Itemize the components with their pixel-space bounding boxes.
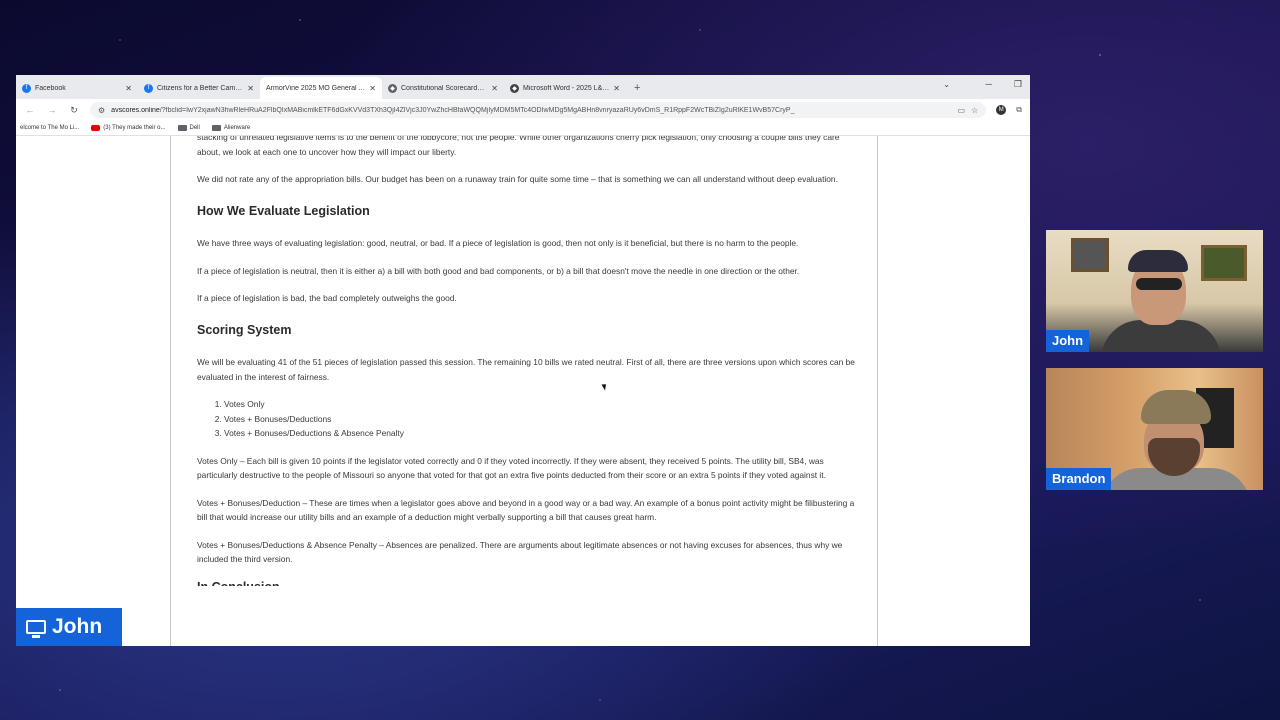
- url-domain: avscores.online: [111, 106, 160, 114]
- participant-video: [1136, 278, 1182, 290]
- paragraph-appropriation: We did not rate any of the appropriation…: [197, 174, 838, 184]
- paragraph-neutral: If a piece of legislation is neutral, th…: [197, 265, 800, 276]
- paragraph-absence: Votes + Bonuses/Deductions & Absence Pen…: [197, 539, 843, 565]
- tab-label: ArmorVine 2025 MO General Asser: [266, 84, 366, 92]
- bookmark-item[interactable]: elcome to The Mo Li...: [20, 125, 79, 131]
- site-info-icon[interactable]: ⚙: [98, 106, 105, 115]
- cast-icon[interactable]: ▭: [958, 106, 966, 115]
- heading-evaluate: How We Evaluate Legislation: [197, 203, 370, 218]
- tab-constitutional-scorecards[interactable]: ◆ Constitutional Scorecards – Leg ✕: [382, 77, 504, 99]
- tab-bar: f Facebook ✕ f Citizens for a Better Cam…: [16, 75, 1030, 99]
- url-path: /?fbclid=IwY2xjawN3hwRleHRuA2FlbQIxMABic…: [159, 106, 795, 114]
- facebook-icon: f: [22, 83, 31, 93]
- tab-label: Facebook: [35, 84, 66, 92]
- close-icon[interactable]: ✕: [125, 84, 132, 93]
- paragraph-intro-tail: stacking of unrelated legislative items …: [197, 136, 840, 157]
- folder-icon: [211, 125, 221, 131]
- youtube-icon: [91, 125, 101, 131]
- bookmark-folder[interactable]: Alienware: [211, 125, 250, 131]
- close-icon[interactable]: ✕: [613, 84, 620, 93]
- tab-armorvine[interactable]: ArmorVine 2025 MO General Asser ✕: [260, 77, 382, 99]
- list-item: Votes Only: [224, 397, 857, 412]
- tab-search-icon[interactable]: ⌄: [943, 80, 950, 89]
- generic-site-icon: ◆: [388, 83, 397, 93]
- close-icon[interactable]: ✕: [491, 84, 498, 93]
- tab-microsoft-word[interactable]: ◆ Microsoft Word - 2025 L&S Aw ✕: [504, 77, 626, 99]
- forward-icon[interactable]: →: [46, 105, 58, 115]
- paragraph-bonuses: Votes + Bonuses/Deduction – These are ti…: [197, 497, 855, 523]
- bookmark-folder[interactable]: Dell: [177, 125, 200, 131]
- minimize-icon[interactable]: ─: [986, 79, 992, 90]
- webcam-tile-brandon: Brandon: [1046, 368, 1263, 490]
- participant-video: [1141, 390, 1211, 424]
- tab-facebook[interactable]: f Facebook ✕: [16, 77, 138, 99]
- tab-label: Constitutional Scorecards – Leg: [401, 84, 487, 92]
- participant-name-label: John: [1046, 330, 1090, 352]
- monitor-icon: [26, 620, 46, 638]
- article-content: stacking of unrelated legislative items …: [197, 136, 857, 586]
- new-tab-button[interactable]: +: [626, 77, 648, 99]
- bookmarks-bar: elcome to The Mo Li... (3) They made the…: [16, 121, 1030, 136]
- back-icon[interactable]: ←: [24, 105, 36, 115]
- bookmark-item[interactable]: (3) They made their o...: [91, 125, 166, 131]
- list-item: Votes + Bonuses/Deductions: [224, 412, 857, 427]
- wall-decor: [1071, 238, 1109, 272]
- screen-share-name: John: [52, 615, 103, 638]
- extension-icon[interactable]: M: [996, 105, 1007, 115]
- heading-scoring: Scoring System: [197, 322, 292, 337]
- list-item: Votes + Bonuses/Deductions & Absence Pen…: [224, 426, 857, 441]
- page-viewport[interactable]: stacking of unrelated legislative items …: [16, 136, 1030, 646]
- window-controls: ─ ❐: [986, 79, 1022, 90]
- paragraph-scoring: We will be evaluating 41 of the 51 piece…: [197, 357, 855, 382]
- browser-window: f Facebook ✕ f Citizens for a Better Cam…: [16, 75, 1030, 646]
- close-icon[interactable]: ✕: [369, 84, 376, 93]
- tab-citizens[interactable]: f Citizens for a Better Camden Co ✕: [138, 77, 260, 99]
- navigation-toolbar: ← → ↻ ⚙ avscores.online/?fbclid=IwY2xjaw…: [16, 99, 1030, 121]
- tab-label: Citizens for a Better Camden Co: [157, 84, 243, 92]
- paragraph-votes-only: Votes Only – Each bill is given 10 point…: [197, 455, 826, 481]
- participant-name-label: Brandon: [1046, 468, 1112, 490]
- paragraph-bad: If a piece of legislation is bad, the ba…: [197, 293, 457, 303]
- facebook-icon: f: [144, 83, 153, 93]
- screen-share-label: John: [16, 608, 122, 646]
- tab-label: Microsoft Word - 2025 L&S Aw: [523, 84, 610, 92]
- reload-icon[interactable]: ↻: [68, 105, 80, 116]
- folder-icon: [177, 125, 187, 131]
- paragraph-three-ways: We have three ways of evaluating legisla…: [197, 238, 799, 248]
- article-page: stacking of unrelated legislative items …: [170, 136, 878, 646]
- participant-video: [1128, 250, 1188, 272]
- generic-site-icon: ◆: [510, 83, 519, 93]
- address-bar[interactable]: ⚙ avscores.online/?fbclid=IwY2xjawN3hwRl…: [90, 102, 987, 118]
- heading-cut-off: In Conclusion: [197, 580, 857, 586]
- maximize-icon[interactable]: ❐: [1014, 79, 1022, 90]
- webcam-tile-john: John: [1046, 230, 1263, 352]
- bookmark-star-icon[interactable]: ☆: [971, 106, 978, 115]
- wall-decor: [1201, 245, 1247, 281]
- extensions-puzzle-icon[interactable]: ⧉: [1016, 105, 1022, 115]
- versions-list: Votes Only Votes + Bonuses/Deductions Vo…: [197, 397, 857, 441]
- close-icon[interactable]: ✕: [247, 84, 254, 93]
